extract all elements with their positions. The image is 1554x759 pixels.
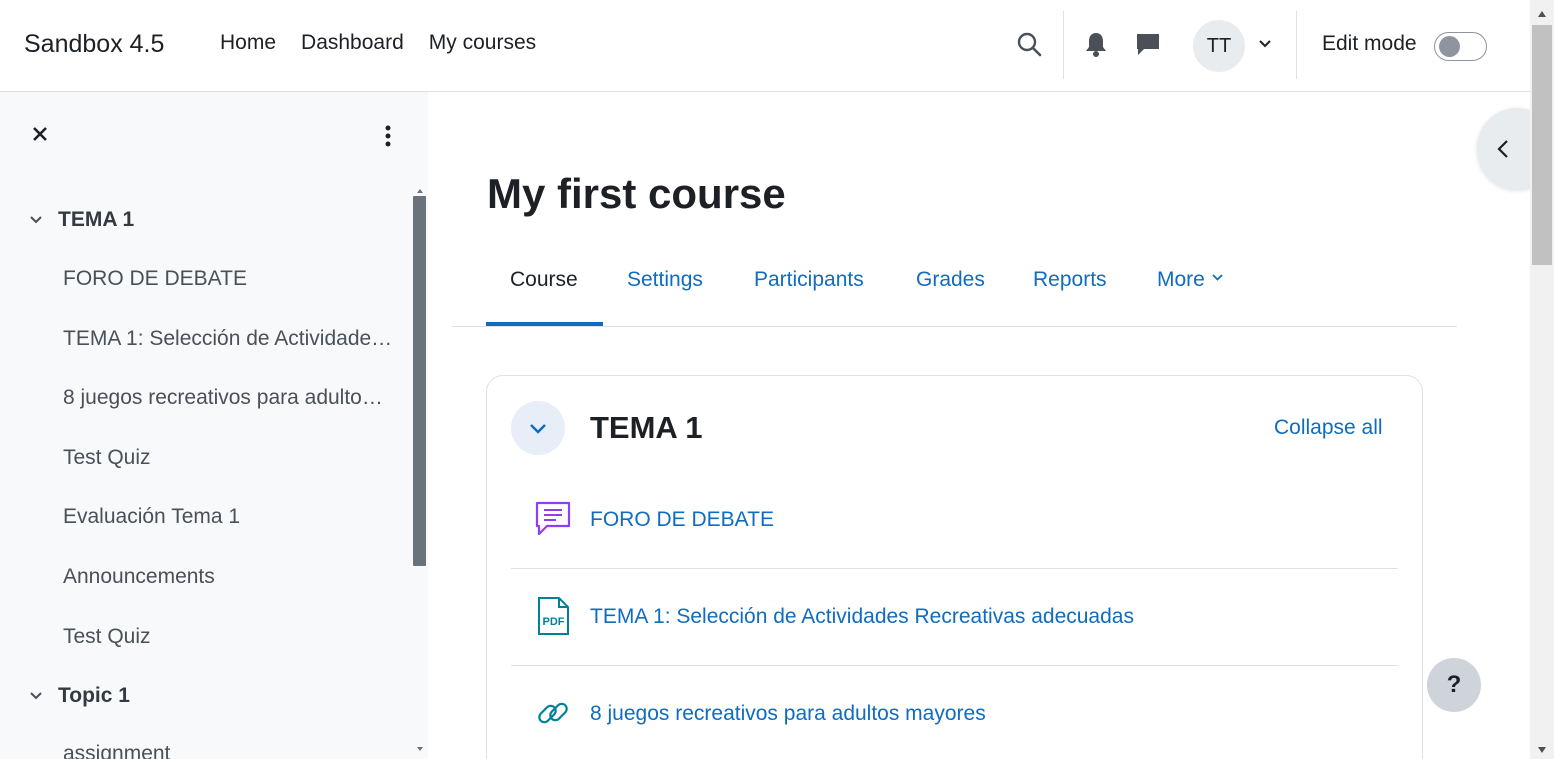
activity-row: PDF TEMA 1: Selección de Actividades Rec… (511, 569, 1398, 666)
svg-text:PDF: PDF (543, 616, 565, 628)
collapse-all-link[interactable]: Collapse all (1274, 416, 1383, 440)
nav-link-home[interactable]: Home (220, 31, 276, 55)
activity-row: FORO DE DEBATE (511, 472, 1398, 569)
active-tab-indicator (486, 322, 603, 326)
course-index-item[interactable]: TEMA 1: Selección de Actividades Recreat… (63, 327, 393, 351)
help-button[interactable]: ? (1427, 658, 1481, 712)
page-scrollbar-thumb[interactable] (1532, 25, 1552, 265)
activity-row: 8 juegos recreativos para adultos mayore… (511, 666, 1398, 759)
user-avatar[interactable]: TT (1193, 20, 1245, 72)
site-brand[interactable]: Sandbox 4.5 (24, 30, 164, 59)
course-index-section-tema-1[interactable]: TEMA 1 (26, 205, 134, 235)
messages-chat-icon[interactable] (1134, 30, 1162, 58)
course-index-section-title: Topic 1 (58, 684, 130, 707)
course-index-item[interactable]: 8 juegos recreativos para adultos mayore… (63, 386, 393, 410)
tab-settings[interactable]: Settings (627, 268, 703, 292)
tab-participants[interactable]: Participants (754, 268, 864, 292)
toggle-knob (1439, 36, 1460, 57)
page-scroll-down-arrow-icon[interactable] (1536, 742, 1548, 753)
page-title: My first course (487, 170, 786, 217)
close-drawer-icon[interactable] (28, 122, 52, 146)
course-index-item[interactable]: Test Quiz (63, 625, 393, 649)
course-index-drawer: TEMA 1 FORO DE DEBATE TEMA 1: Selección … (0, 92, 428, 759)
activity-name-link[interactable]: 8 juegos recreativos para adultos mayore… (590, 702, 986, 726)
course-section-card: TEMA 1 Collapse all FORO DE DEBATE PDF T… (486, 375, 1423, 759)
nav-link-dashboard[interactable]: Dashboard (301, 31, 404, 55)
tab-more-label: More (1157, 268, 1205, 291)
section-collapse-toggle[interactable] (511, 401, 565, 455)
drawer-scroll-up-arrow-icon[interactable] (413, 184, 427, 196)
page-scroll-up-arrow-icon[interactable] (1536, 6, 1548, 17)
chevron-left-icon (1497, 140, 1508, 158)
forum-icon (533, 499, 573, 539)
course-index-item[interactable]: assignment (63, 742, 393, 759)
navbar-divider (1063, 11, 1064, 79)
chevron-down-icon (530, 424, 546, 434)
activity-name-link[interactable]: FORO DE DEBATE (590, 508, 774, 532)
more-options-kebab-icon[interactable] (376, 122, 400, 150)
course-index-section-title: TEMA 1 (58, 208, 135, 231)
section-heading: TEMA 1 (590, 410, 703, 445)
chevron-down-icon (1212, 274, 1223, 281)
secondary-navigation: Course Settings Participants Grades Repo… (452, 258, 1457, 327)
top-navbar: Sandbox 4.5 Home Dashboard My courses TT… (0, 0, 1530, 92)
drawer-scrollbar-thumb[interactable] (413, 196, 426, 566)
url-link-icon (533, 693, 573, 733)
tab-more[interactable]: More (1157, 268, 1224, 292)
chevron-down-icon[interactable] (26, 210, 46, 230)
search-icon[interactable] (1015, 30, 1043, 58)
course-index-item[interactable]: Evaluación Tema 1 (63, 505, 393, 529)
navbar-divider (1296, 11, 1297, 79)
tab-reports[interactable]: Reports (1033, 268, 1107, 292)
tab-grades[interactable]: Grades (916, 268, 985, 292)
user-menu-chevron-down-icon[interactable] (1251, 30, 1279, 58)
pdf-file-icon: PDF (533, 596, 573, 636)
drawer-scroll-down-arrow-icon[interactable] (413, 742, 427, 754)
notifications-bell-icon[interactable] (1082, 30, 1110, 58)
course-index-item[interactable]: Test Quiz (63, 446, 393, 470)
edit-mode-toggle[interactable] (1434, 32, 1487, 61)
course-index-section-topic-1[interactable]: Topic 1 (26, 681, 130, 711)
nav-link-my-courses[interactable]: My courses (429, 31, 536, 55)
activity-name-link[interactable]: TEMA 1: Selección de Actividades Recreat… (590, 605, 1134, 629)
course-index-item[interactable]: Announcements (63, 565, 393, 589)
tab-course[interactable]: Course (510, 268, 578, 292)
primary-navigation: Home Dashboard My courses (220, 31, 561, 55)
course-index-item[interactable]: FORO DE DEBATE (63, 267, 393, 291)
edit-mode-label: Edit mode (1322, 32, 1417, 55)
chevron-down-icon[interactable] (26, 686, 46, 706)
